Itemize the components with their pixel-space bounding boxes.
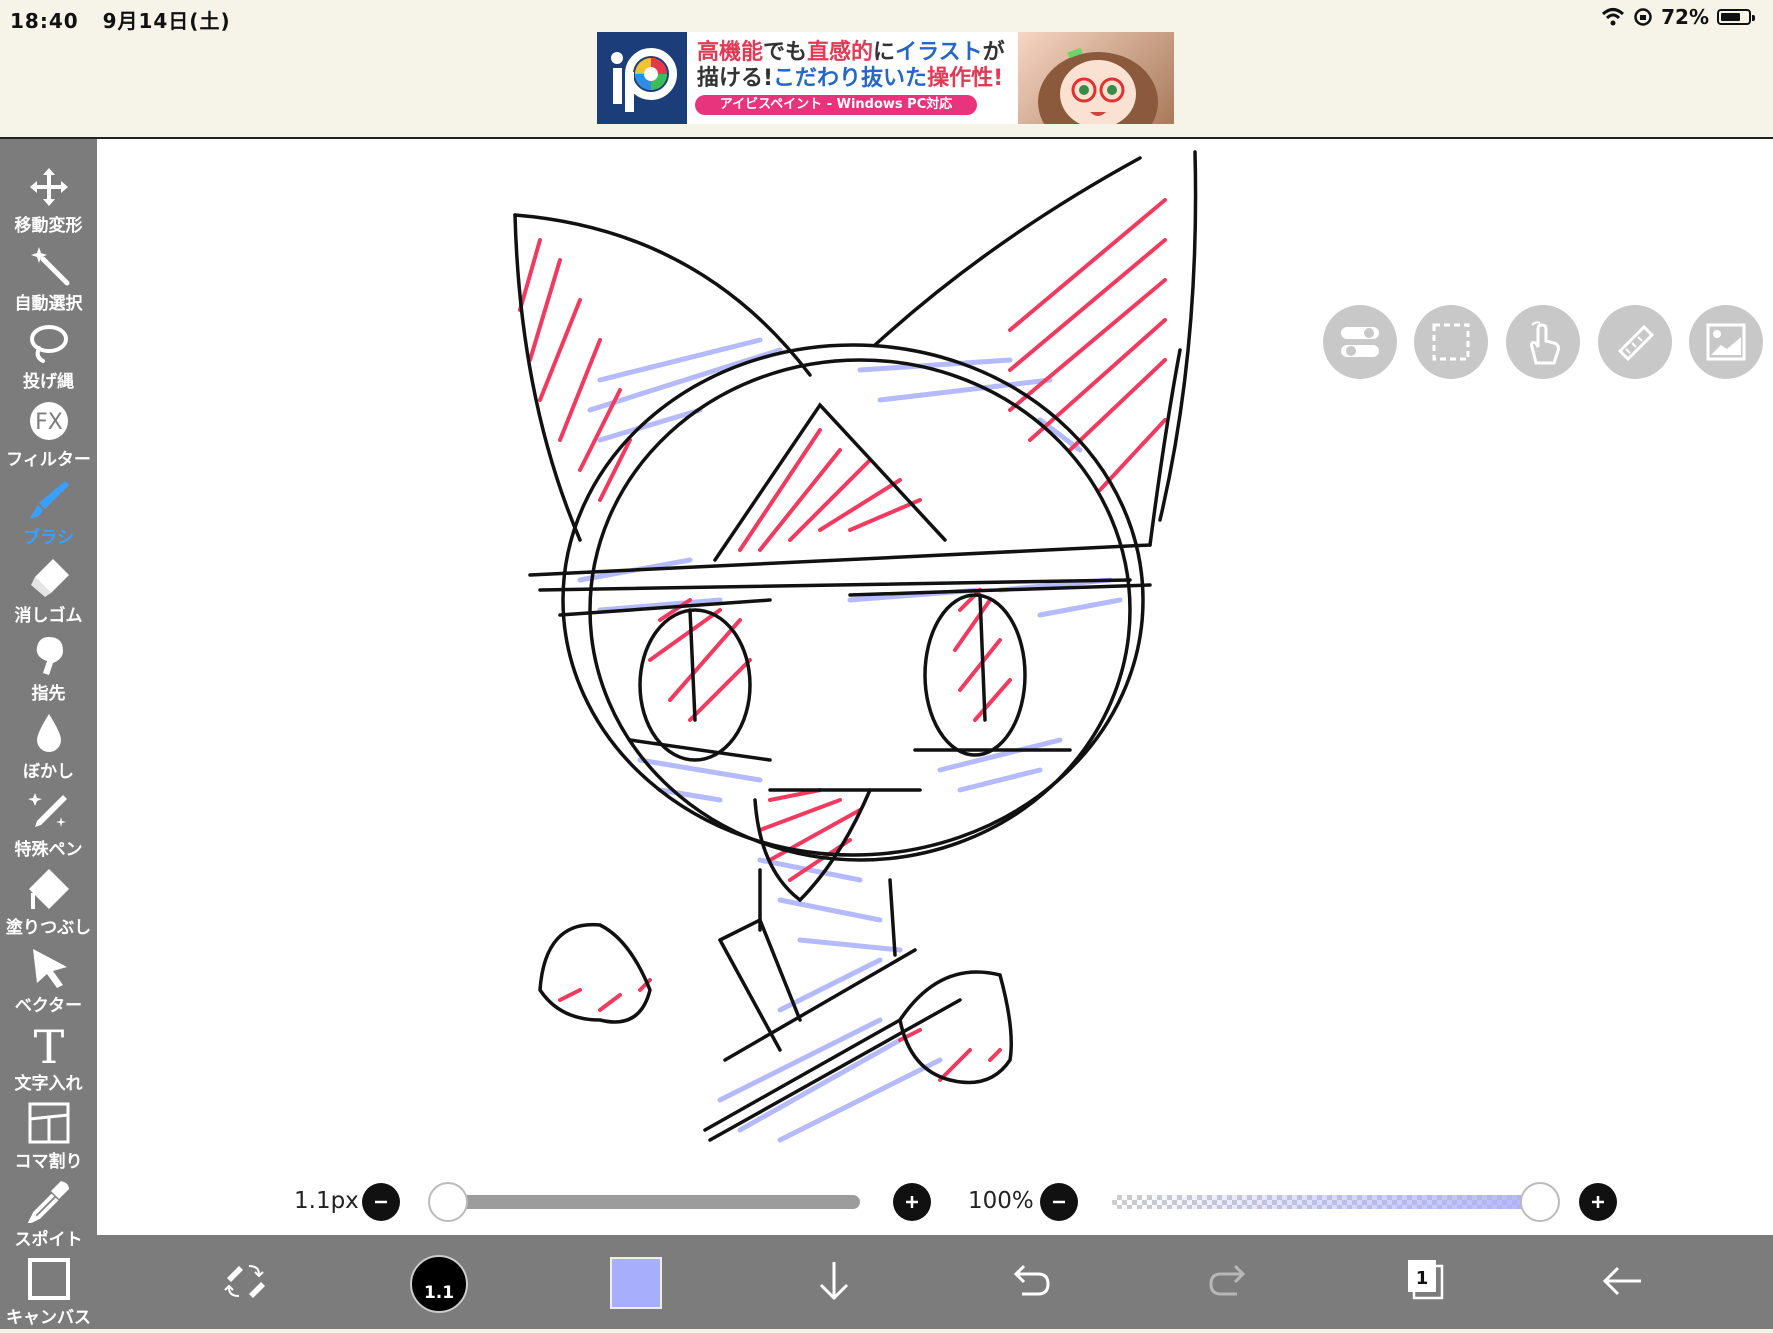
ad-strip: アイビスペイント - Windows PC対応 — [695, 95, 977, 115]
text-icon: T — [33, 1023, 64, 1067]
image-icon — [1706, 323, 1746, 361]
undo-button[interactable] — [999, 1249, 1063, 1313]
fill-icon — [28, 869, 69, 909]
tool-brush[interactable]: ブラシ — [0, 475, 97, 553]
status-indicators: 72% — [1601, 4, 1755, 30]
minus-icon — [1053, 1200, 1065, 1204]
vector-icon — [32, 949, 67, 988]
swap-tool-button[interactable] — [212, 1249, 276, 1313]
tool-filter[interactable]: FX フィルター — [0, 397, 97, 475]
tool-sidebar: 移動変形 自動選択 投げ縄 FX フィルター ブラシ 消しゴム 指先 ぼかし 特… — [0, 139, 97, 1329]
plus-icon — [906, 1196, 918, 1208]
date: 9月14日(土) — [102, 9, 231, 33]
app-logo-icon — [597, 32, 687, 124]
tool-move-transform[interactable]: 移動変形 — [0, 163, 97, 241]
tool-fill[interactable]: 塗りつぶし — [0, 865, 97, 943]
tool-text[interactable]: T 文字入れ — [0, 1021, 97, 1099]
tool-blur[interactable]: ぼかし — [0, 709, 97, 787]
battery-icon — [1717, 9, 1755, 25]
opacity-label: 100% — [968, 1188, 1034, 1214]
ruler-button[interactable] — [1598, 305, 1672, 379]
tool-finger[interactable]: 指先 — [0, 631, 97, 709]
bottom-toolbar: 1.1 1 — [97, 1235, 1773, 1329]
size-increase-button[interactable] — [893, 1183, 931, 1221]
layers-button[interactable]: 1 — [1393, 1249, 1457, 1313]
brush-size-slider[interactable] — [445, 1195, 860, 1209]
arrow-down-icon — [819, 1262, 849, 1301]
finger-icon — [36, 637, 63, 675]
ad-text: 高機能でも直感的にイラストが 描ける!こだわり抜いた操作性! アイビスペイント … — [687, 32, 1018, 124]
sketch-drawing — [513, 150, 1198, 1143]
reference-image-button[interactable] — [1689, 305, 1763, 379]
battery-percent: 72% — [1661, 5, 1709, 29]
svg-text:T: T — [33, 1023, 64, 1067]
canvas-icon — [27, 1258, 70, 1300]
tool-eraser[interactable]: 消しゴム — [0, 553, 97, 631]
svg-text:FX: FX — [35, 410, 63, 435]
lasso-icon — [29, 325, 68, 363]
opacity-handle[interactable] — [1520, 1182, 1560, 1222]
opacity-decrease-button[interactable] — [1040, 1183, 1078, 1221]
tool-canvas[interactable]: キャンバス — [0, 1255, 97, 1333]
layers-icon: 1 — [1408, 1260, 1444, 1300]
tool-eyedropper[interactable]: スポイト — [0, 1177, 97, 1255]
magic-wand-icon — [30, 247, 69, 286]
toggle-switch-icon — [1341, 327, 1379, 357]
brush-size-handle[interactable] — [428, 1182, 468, 1222]
eyedropper-icon — [27, 1181, 69, 1223]
tool-vector[interactable]: ベクター — [0, 943, 97, 1021]
rotation-lock-icon — [1634, 8, 1652, 26]
time: 18:40 — [10, 9, 79, 33]
tool-special-pen[interactable]: 特殊ペン — [0, 787, 97, 865]
svg-text:1: 1 — [1416, 1268, 1429, 1289]
plus-icon — [1592, 1196, 1604, 1208]
selection-button[interactable] — [1414, 305, 1488, 379]
opacity-slider[interactable] — [1112, 1195, 1540, 1209]
download-button[interactable] — [802, 1249, 866, 1313]
drawing-canvas[interactable] — [97, 139, 1773, 1235]
touch-button[interactable] — [1506, 305, 1580, 379]
redo-button[interactable] — [1196, 1249, 1260, 1313]
move-icon — [29, 168, 68, 206]
brush-size-label: 1.1px — [294, 1188, 359, 1214]
redo-icon — [1209, 1264, 1246, 1296]
opacity-increase-button[interactable] — [1579, 1183, 1617, 1221]
special-pen-icon — [27, 793, 67, 827]
ad-character-image — [1018, 32, 1174, 124]
undo-icon — [1013, 1264, 1050, 1296]
toggle-settings-button[interactable] — [1323, 305, 1397, 379]
eraser-icon — [30, 559, 69, 597]
tool-frame-divider[interactable]: コマ割り — [0, 1099, 97, 1177]
arrow-left-icon — [1602, 1266, 1641, 1296]
selection-rect-icon — [1432, 323, 1470, 361]
brush-eraser-swap-icon — [224, 1265, 265, 1298]
ad-banner[interactable]: 高機能でも直感的にイラストが 描ける!こだわり抜いた操作性! アイビスペイント … — [597, 32, 1174, 124]
tool-lasso[interactable]: 投げ縄 — [0, 319, 97, 397]
back-button[interactable] — [1590, 1249, 1654, 1313]
status-bar: 18:40 9月14日(土) 72% — [0, 0, 1773, 34]
minus-icon — [375, 1200, 387, 1204]
tool-auto-select[interactable]: 自動選択 — [0, 241, 97, 319]
hand-touch-icon — [1530, 321, 1560, 365]
wifi-icon — [1602, 8, 1625, 26]
brush-icon — [29, 481, 69, 519]
brush-size-indicator[interactable]: 1.1 — [410, 1255, 468, 1313]
drop-icon — [36, 714, 61, 752]
fx-icon: FX — [29, 402, 68, 440]
ruler-icon — [1617, 324, 1655, 362]
frame-divider-icon — [28, 1102, 69, 1144]
size-decrease-button[interactable] — [362, 1183, 400, 1221]
color-swatch[interactable] — [610, 1257, 662, 1309]
status-time: 18:40 9月14日(土) — [10, 5, 231, 34]
